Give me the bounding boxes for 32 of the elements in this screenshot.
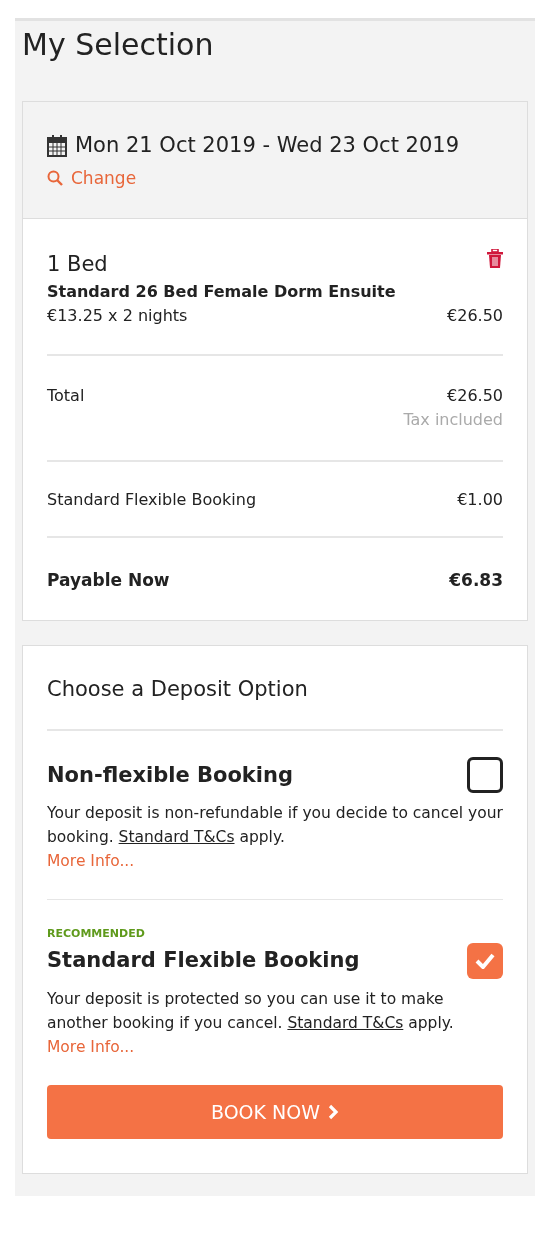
option-description: Your deposit is non-refundable if you decide to cancel your booking. Standard T&Cs apply.	[47, 803, 503, 849]
option-title: Non-flexible Booking	[47, 761, 293, 789]
payable-label: Payable Now	[47, 569, 170, 593]
checkbox[interactable]	[467, 942, 503, 979]
rate-text: €13.25 x 2 nights	[47, 305, 189, 328]
tax-note: Tax included	[403, 409, 503, 432]
checkmark-icon	[475, 952, 495, 969]
option-title: Standard Flexible Booking	[47, 947, 360, 975]
recommended-tag: RECOMMENDED	[47, 926, 503, 943]
chevron-icon	[328, 1104, 340, 1121]
change-link[interactable]: Change	[47, 165, 137, 191]
book-now-button[interactable]: BOOK NOW	[47, 1084, 503, 1140]
calendar-icon	[47, 134, 67, 157]
more-info-link[interactable]: More Info...	[47, 1034, 135, 1059]
total-amount: €26.50	[446, 385, 503, 408]
amount-text: €26.50	[447, 305, 503, 328]
search-icon	[47, 170, 63, 187]
quantity-label: 1 Bed	[47, 250, 109, 278]
total-label: Total	[47, 385, 85, 408]
room-name: Standard 26 Bed Female Dorm Ensuite	[47, 281, 396, 304]
date-range: Mon 21 Oct 2019 - Wed 23 Oct 2019	[75, 132, 459, 159]
extra-amount: €1.00	[457, 489, 503, 512]
extra-label: Standard Flexible Booking	[47, 489, 257, 512]
checkbox[interactable]	[467, 757, 503, 794]
terms-link[interactable]: Standard T&Cs	[287, 1013, 404, 1032]
payable-amount: €6.83	[449, 569, 503, 593]
option-description: Your deposit is protected so you can use it to make another booking if you cancel. Standard T&Cs apply.	[47, 988, 455, 1034]
trash-icon[interactable]	[487, 248, 503, 268]
page-title: My Selection	[22, 27, 215, 63]
more-info-link[interactable]: More Info...	[47, 849, 135, 874]
terms-link[interactable]: Standard T&Cs	[118, 828, 235, 847]
section-heading: Choose a Deposit Option	[47, 675, 308, 703]
